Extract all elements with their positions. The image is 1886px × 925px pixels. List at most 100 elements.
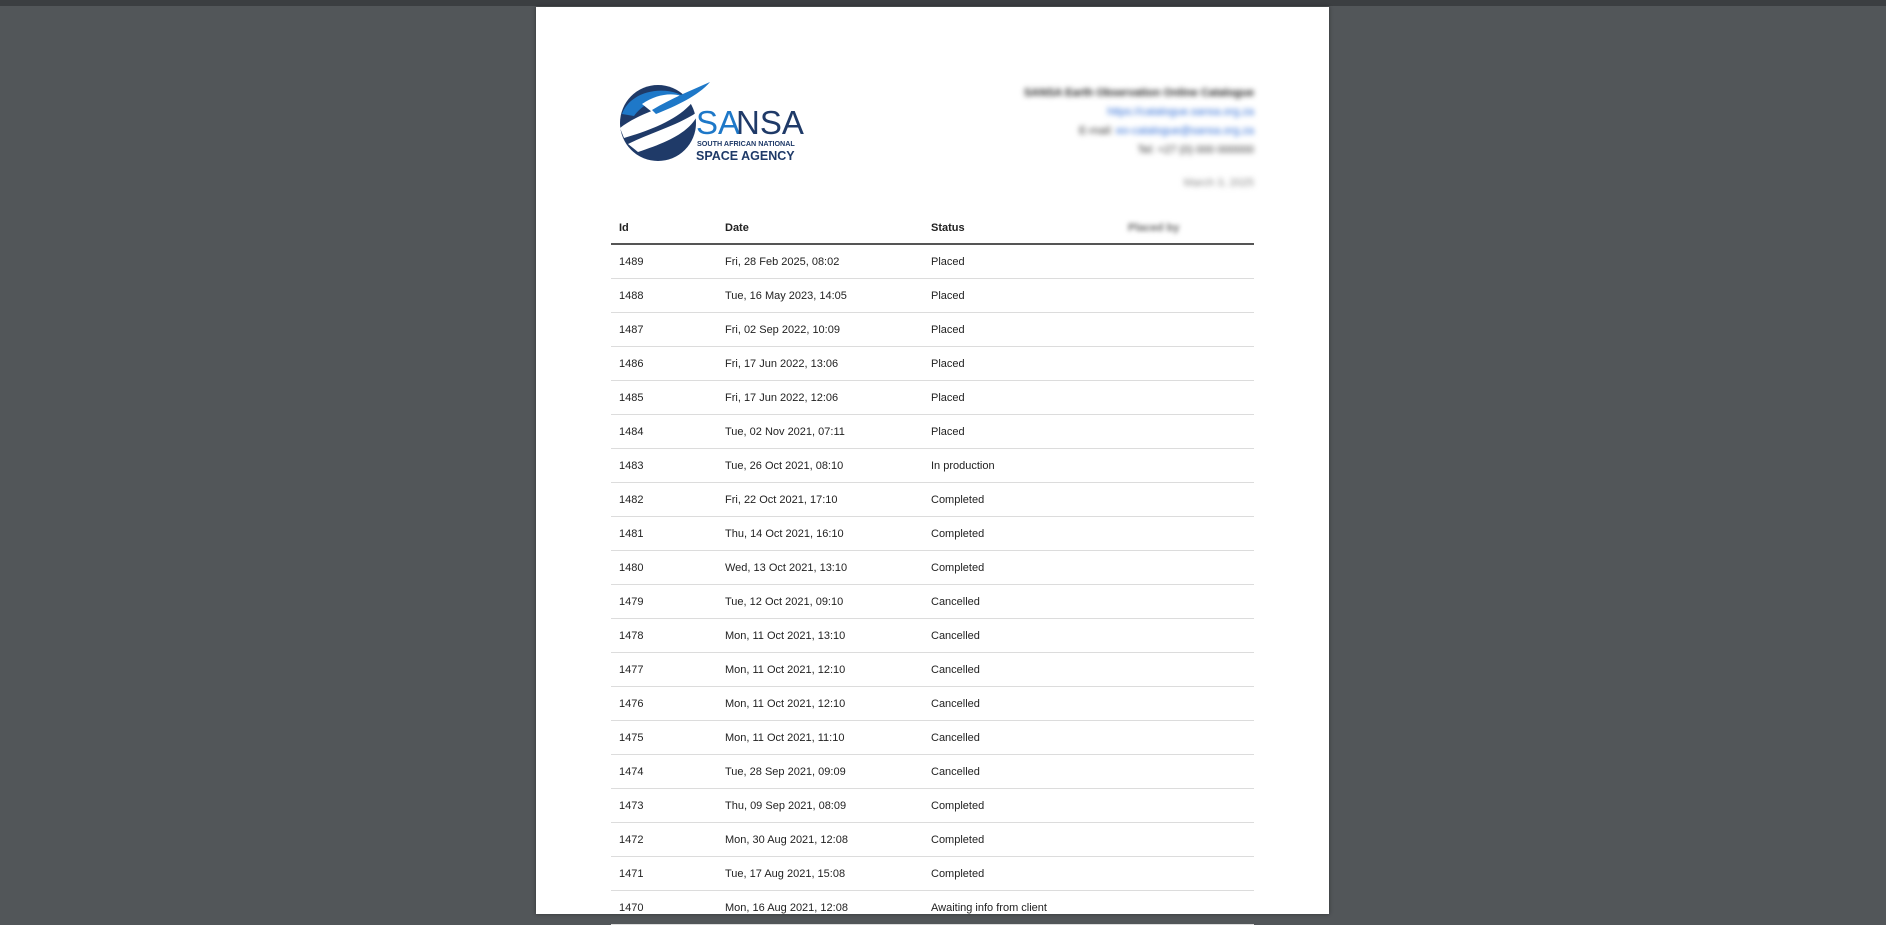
row-id: 1487 (611, 312, 717, 347)
row-status: In production (923, 448, 1120, 483)
row-placed-by (1120, 618, 1254, 653)
table-row: 1470 Mon, 16 Aug 2021, 12:08 Awaiting info… (611, 890, 1254, 925)
row-date: Mon, 11 Oct 2021, 12:10 (717, 652, 923, 687)
row-placed-by (1120, 754, 1254, 789)
row-id: 1489 (611, 244, 717, 279)
row-status: Cancelled (923, 652, 1120, 687)
row-placed-by (1120, 890, 1254, 925)
header-id: Id (611, 213, 717, 245)
row-placed-by (1120, 822, 1254, 857)
table-row: 1479 Tue, 12 Oct 2021, 09:10 Cancelled (611, 584, 1254, 619)
row-id: 1475 (611, 720, 717, 755)
table-row: 1488 Tue, 16 May 2023, 14:05 Placed (611, 278, 1254, 313)
header-placed-by: Placed by (1120, 213, 1254, 245)
table-row: 1474 Tue, 28 Sep 2021, 09:09 Cancelled (611, 754, 1254, 789)
row-date: Mon, 11 Oct 2021, 13:10 (717, 618, 923, 653)
header-status: Status (923, 213, 1120, 245)
row-placed-by (1120, 856, 1254, 891)
table-row: 1481 Thu, 14 Oct 2021, 16:10 Completed (611, 516, 1254, 551)
row-date: Tue, 17 Aug 2021, 15:08 (717, 856, 923, 891)
row-status: Cancelled (923, 686, 1120, 721)
table-header-row: Id Date Status Placed by (611, 213, 1254, 245)
row-id: 1483 (611, 448, 717, 483)
row-placed-by (1120, 550, 1254, 585)
orders-table: Id Date Status Placed by 1489 Fri, 28 Feb… (611, 213, 1254, 925)
row-placed-by (1120, 312, 1254, 347)
row-status: Completed (923, 482, 1120, 517)
row-status: Cancelled (923, 584, 1120, 619)
row-date: Tue, 12 Oct 2021, 09:10 (717, 584, 923, 619)
row-id: 1482 (611, 482, 717, 517)
row-date: Mon, 11 Oct 2021, 12:10 (717, 686, 923, 721)
row-status: Placed (923, 380, 1120, 415)
row-id: 1471 (611, 856, 717, 891)
table-body: 1489 Fri, 28 Feb 2025, 08:02 Placed 1488 Tue… (611, 244, 1254, 925)
row-id: 1484 (611, 414, 717, 449)
row-status: Completed (923, 788, 1120, 823)
row-id: 1488 (611, 278, 717, 313)
table-row: 1471 Tue, 17 Aug 2021, 15:08 Completed (611, 856, 1254, 891)
table-row: 1487 Fri, 02 Sep 2022, 10:09 Placed (611, 312, 1254, 347)
report-date: March 3, 2025 (1183, 177, 1254, 189)
row-id: 1479 (611, 584, 717, 619)
row-id: 1486 (611, 346, 717, 381)
row-date: Fri, 17 Jun 2022, 12:06 (717, 380, 923, 415)
row-status: Placed (923, 312, 1120, 347)
viewer-top-bar (0, 0, 1886, 6)
table-row: 1473 Thu, 09 Sep 2021, 08:09 Completed (611, 788, 1254, 823)
row-id: 1478 (611, 618, 717, 653)
row-status: Cancelled (923, 618, 1120, 653)
row-placed-by (1120, 686, 1254, 721)
row-status: Placed (923, 244, 1120, 279)
logo-tagline-2: SPACE AGENCY (696, 149, 795, 163)
row-status: Placed (923, 278, 1120, 313)
table-row: 1486 Fri, 17 Jun 2022, 13:06 Placed (611, 346, 1254, 381)
sansa-logo-graphic: SA NSA SOUTH AFRICAN NATIONAL SPACE AGEN… (620, 82, 804, 163)
table-row: 1485 Fri, 17 Jun 2022, 12:06 Placed (611, 380, 1254, 415)
email-link[interactable]: eo-catalogue@sansa.org.za (1116, 125, 1254, 137)
table-row: 1483 Tue, 26 Oct 2021, 08:10 In production (611, 448, 1254, 483)
contact-block: SANSA Earth Observation Online Catalogue… (934, 84, 1254, 193)
row-date: Thu, 14 Oct 2021, 16:10 (717, 516, 923, 551)
row-id: 1474 (611, 754, 717, 789)
row-status: Completed (923, 550, 1120, 585)
row-id: 1477 (611, 652, 717, 687)
table-row: 1489 Fri, 28 Feb 2025, 08:02 Placed (611, 244, 1254, 279)
row-placed-by (1120, 380, 1254, 415)
organization-name: SANSA Earth Observation Online Catalogue (1023, 87, 1254, 99)
row-date: Tue, 28 Sep 2021, 09:09 (717, 754, 923, 789)
row-placed-by (1120, 516, 1254, 551)
table-row: 1472 Mon, 30 Aug 2021, 12:08 Completed (611, 822, 1254, 857)
row-status: Completed (923, 822, 1120, 857)
row-date: Tue, 02 Nov 2021, 07:11 (717, 414, 923, 449)
row-placed-by (1120, 720, 1254, 755)
row-id: 1470 (611, 890, 717, 925)
row-status: Cancelled (923, 720, 1120, 755)
sansa-logo: SA NSA SOUTH AFRICAN NATIONAL SPACE AGEN… (612, 80, 812, 170)
row-id: 1472 (611, 822, 717, 857)
table-row: 1480 Wed, 13 Oct 2021, 13:10 Completed (611, 550, 1254, 585)
row-placed-by (1120, 482, 1254, 517)
table-row: 1484 Tue, 02 Nov 2021, 07:11 Placed (611, 414, 1254, 449)
table-row: 1477 Mon, 11 Oct 2021, 12:10 Cancelled (611, 652, 1254, 687)
header-placed-by-label: Placed by (1128, 221, 1180, 234)
row-id: 1476 (611, 686, 717, 721)
row-status: Placed (923, 346, 1120, 381)
row-date: Mon, 11 Oct 2021, 11:10 (717, 720, 923, 755)
document-page: SA NSA SOUTH AFRICAN NATIONAL SPACE AGEN… (536, 7, 1329, 925)
row-date: Thu, 09 Sep 2021, 08:09 (717, 788, 923, 823)
row-status: Placed (923, 414, 1120, 449)
table-row: 1478 Mon, 11 Oct 2021, 13:10 Cancelled (611, 618, 1254, 653)
table-row: 1482 Fri, 22 Oct 2021, 17:10 Completed (611, 482, 1254, 517)
website-link[interactable]: https://catalogue.sansa.org.za (934, 103, 1254, 122)
row-date: Mon, 16 Aug 2021, 12:08 (717, 890, 923, 925)
row-placed-by (1120, 414, 1254, 449)
row-date: Fri, 28 Feb 2025, 08:02 (717, 244, 923, 279)
row-placed-by (1120, 788, 1254, 823)
row-id: 1473 (611, 788, 717, 823)
row-date: Fri, 22 Oct 2021, 17:10 (717, 482, 923, 517)
row-date: Fri, 02 Sep 2022, 10:09 (717, 312, 923, 347)
logo-wordmark-sa: SA (696, 104, 740, 141)
row-placed-by (1120, 244, 1254, 279)
row-date: Fri, 17 Jun 2022, 13:06 (717, 346, 923, 381)
